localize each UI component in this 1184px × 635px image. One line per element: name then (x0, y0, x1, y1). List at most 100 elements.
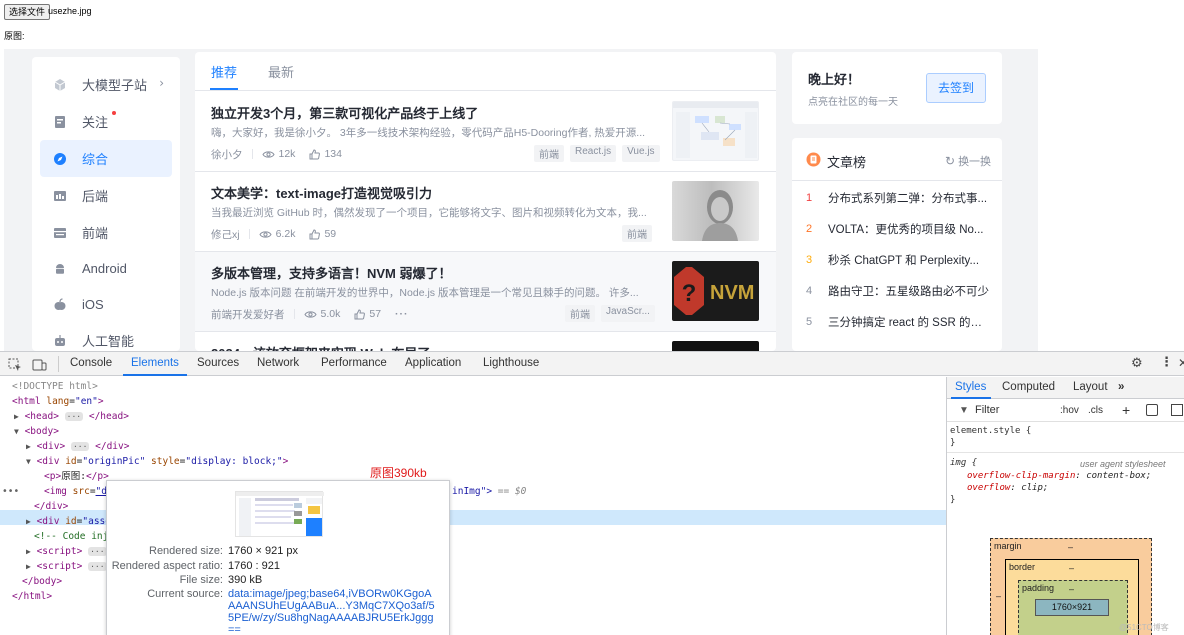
img-rule-selector[interactable]: img { (950, 458, 977, 468)
sidebar-item-label: 人工智能 (82, 334, 135, 349)
tag[interactable]: React.js (570, 145, 617, 162)
like-count[interactable]: 59 (309, 228, 336, 240)
dom-node-comment[interactable]: <!-- Code inje (34, 529, 114, 544)
sidebar-item-frontend[interactable]: 前端 (40, 214, 172, 251)
tag[interactable]: 前端 (565, 305, 595, 322)
rank-number: 2 (806, 223, 813, 235)
tab-console[interactable]: Console (70, 357, 112, 369)
tab-latest[interactable]: 最新 (268, 62, 294, 81)
class-toggle[interactable]: .cls (1088, 405, 1103, 416)
sidebar-item-general[interactable]: 综合 (40, 140, 172, 177)
sidebar-toggle-icon[interactable] (1171, 404, 1183, 416)
like-count[interactable]: 134 (309, 148, 342, 160)
article-tags: 前端 JavaScr... (565, 305, 655, 322)
dom-node-html[interactable]: <html lang="en"> (12, 394, 104, 409)
ranking-item[interactable]: 3 秒杀 ChatGPT 和 Perplexity... (806, 250, 990, 270)
sidebar-item-label: iOS (82, 297, 104, 312)
dom-node-asset[interactable]: ▶ <div id="asset (26, 514, 117, 529)
sidebar-item-backend[interactable]: 后端 (40, 177, 172, 214)
article-item[interactable]: 文本美学：text-image打造视觉吸引力 当我最近浏览 GitHub 时，偶… (195, 172, 776, 252)
dom-node-html-close[interactable]: </html> (12, 589, 52, 604)
dom-node-body-close[interactable]: </body> (22, 574, 62, 589)
tab-performance[interactable]: Performance (321, 357, 387, 369)
tab-sources[interactable]: Sources (197, 357, 239, 369)
dom-node-originpic[interactable]: ▼ <div id="originPic" style="display: bl… (26, 454, 288, 469)
device-toolbar-icon[interactable] (32, 357, 47, 376)
more-actions-icon[interactable]: ••• (2, 484, 19, 499)
article-tags: 前端 React.js Vue.js (534, 145, 660, 162)
tooltip-current-source: Current source: data:image/jpeg;base64,iV… (107, 588, 451, 635)
filter-input[interactable]: Filter (975, 404, 999, 416)
tab-styles[interactable]: Styles (955, 381, 986, 393)
sidebar-item-android[interactable]: Android (40, 250, 172, 287)
tag[interactable]: 前端 (622, 225, 652, 242)
article-thumbnail[interactable] (672, 181, 759, 241)
tab-elements[interactable]: Elements (131, 357, 179, 369)
article-feed: 推荐 最新 独立开发3个月，第三款可视化产品终于上线了 嗨，大家好，我是徐小夕。… (195, 52, 776, 351)
settings-gear-icon[interactable]: ⚙ (1131, 356, 1143, 371)
box-model-margin[interactable]: margin – – border – padding – 1760×921 (990, 538, 1152, 635)
add-rule-icon[interactable]: + (1122, 402, 1130, 418)
tab-layout[interactable]: Layout (1073, 381, 1108, 393)
choose-file-button[interactable]: 选择文件 (4, 4, 51, 20)
like-count[interactable]: 57 (354, 308, 381, 320)
article-author[interactable]: 徐小夕 (211, 147, 243, 162)
tab-computed[interactable]: Computed (1002, 381, 1055, 393)
tag[interactable]: JavaScr... (601, 305, 655, 322)
sidebar-item-ai[interactable]: 人工智能 (40, 322, 172, 351)
article-item[interactable]: 多版本管理，支持多语言！NVM 弱爆了！ Node.js 版本问题 在前端开发的… (195, 252, 776, 332)
signin-card: 晚上好！ 点亮在社区的每一天 去签到 (792, 52, 1002, 124)
tab-lighthouse[interactable]: Lighthouse (483, 357, 539, 369)
article-title[interactable]: 独立开发3个月，第三款可视化产品终于上线了 (211, 103, 661, 122)
more-tabs-icon[interactable]: » (1118, 381, 1124, 393)
paint-icon[interactable] (1146, 404, 1158, 416)
dom-node-body[interactable]: ▼ <body> (14, 424, 59, 439)
dom-node-doctype[interactable]: <!DOCTYPE html> (12, 379, 98, 394)
file-name: usezhe.jpg (48, 6, 92, 16)
hover-state-toggle[interactable]: :hov (1060, 405, 1079, 416)
source-link[interactable]: data:image/jpeg;base64,iVBORw0KGgoAAAANS… (228, 588, 438, 635)
article-title[interactable]: 多版本管理，支持多语言！NVM 弱爆了！ (211, 263, 661, 282)
ranking-item[interactable]: 4 路由守卫：五星级路由必不可少 (806, 281, 990, 301)
sidebar-item-label: 关注 (82, 115, 109, 130)
article-author[interactable]: 前端开发爱好者 (211, 307, 285, 322)
more-options-icon[interactable]: ··· (395, 308, 409, 320)
css-property[interactable]: overflow: clip; (967, 483, 1048, 493)
dom-node-head[interactable]: ▶ <head> ··· </head> (14, 409, 129, 424)
article-item[interactable]: 2024，该放弃框架来实现 Web 布局了 (195, 332, 776, 351)
article-desc: 当我最近浏览 GitHub 时，偶然发现了一个项目，它能够将文字、图片和视频转化… (211, 207, 647, 219)
article-author[interactable]: 修己xj (211, 227, 240, 242)
tab-recommended[interactable]: 推荐 (211, 62, 237, 81)
box-model-content[interactable]: 1760×921 (1035, 599, 1109, 616)
css-property[interactable]: overflow-clip-margin: content-box; (967, 471, 1151, 481)
article-item[interactable]: 独立开发3个月，第三款可视化产品终于上线了 嗨，大家好，我是徐小夕。 3年多一线… (195, 92, 776, 172)
refresh-button[interactable]: ↻ 换一换 (945, 153, 991, 169)
article-thumbnail[interactable]: ? NVM (672, 261, 759, 321)
ranking-item[interactable]: 5 三分钟搞定 react 的 SSR 的原... (806, 312, 990, 332)
ranking-item[interactable]: 1 分布式系列第二弹：分布式事... (806, 188, 990, 208)
dom-node-p[interactable]: <p>原图:</p> (44, 469, 109, 484)
notification-dot (112, 111, 116, 115)
thumbs-up-icon (309, 228, 321, 239)
dom-node-div[interactable]: ▶ <div> ··· </div> (26, 439, 129, 454)
inspect-element-icon[interactable] (8, 357, 22, 376)
signin-button[interactable]: 去签到 (926, 73, 986, 103)
dom-node-div-close[interactable]: </div> (34, 499, 68, 514)
article-thumbnail[interactable] (672, 341, 759, 351)
more-options-icon[interactable]: ⋮ (1160, 355, 1173, 370)
article-title[interactable]: 文本美学：text-image打造视觉吸引力 (211, 183, 661, 202)
close-icon[interactable]: ✕ (1178, 356, 1184, 370)
sidebar-item-follow[interactable]: 关注 (40, 103, 172, 140)
sidebar-item-ios[interactable]: iOS (40, 286, 172, 323)
ranking-item[interactable]: 2 VOLTA：更优秀的项目级 No... (806, 219, 990, 239)
article-title[interactable]: 2024，该放弃框架来实现 Web 布局了 (211, 343, 661, 351)
tab-network[interactable]: Network (257, 357, 299, 369)
tag[interactable]: Vue.js (622, 145, 660, 162)
box-model-padding[interactable]: padding – 1760×921 (1018, 580, 1128, 635)
element-style-rule[interactable]: element.style { (950, 426, 1031, 436)
article-thumbnail[interactable] (672, 101, 759, 161)
sidebar-item-llm[interactable]: 大模型子站 › (40, 66, 172, 103)
tag[interactable]: 前端 (534, 145, 564, 162)
dom-node-img[interactable]: <img src="da (44, 484, 113, 499)
tab-application[interactable]: Application (405, 357, 461, 369)
